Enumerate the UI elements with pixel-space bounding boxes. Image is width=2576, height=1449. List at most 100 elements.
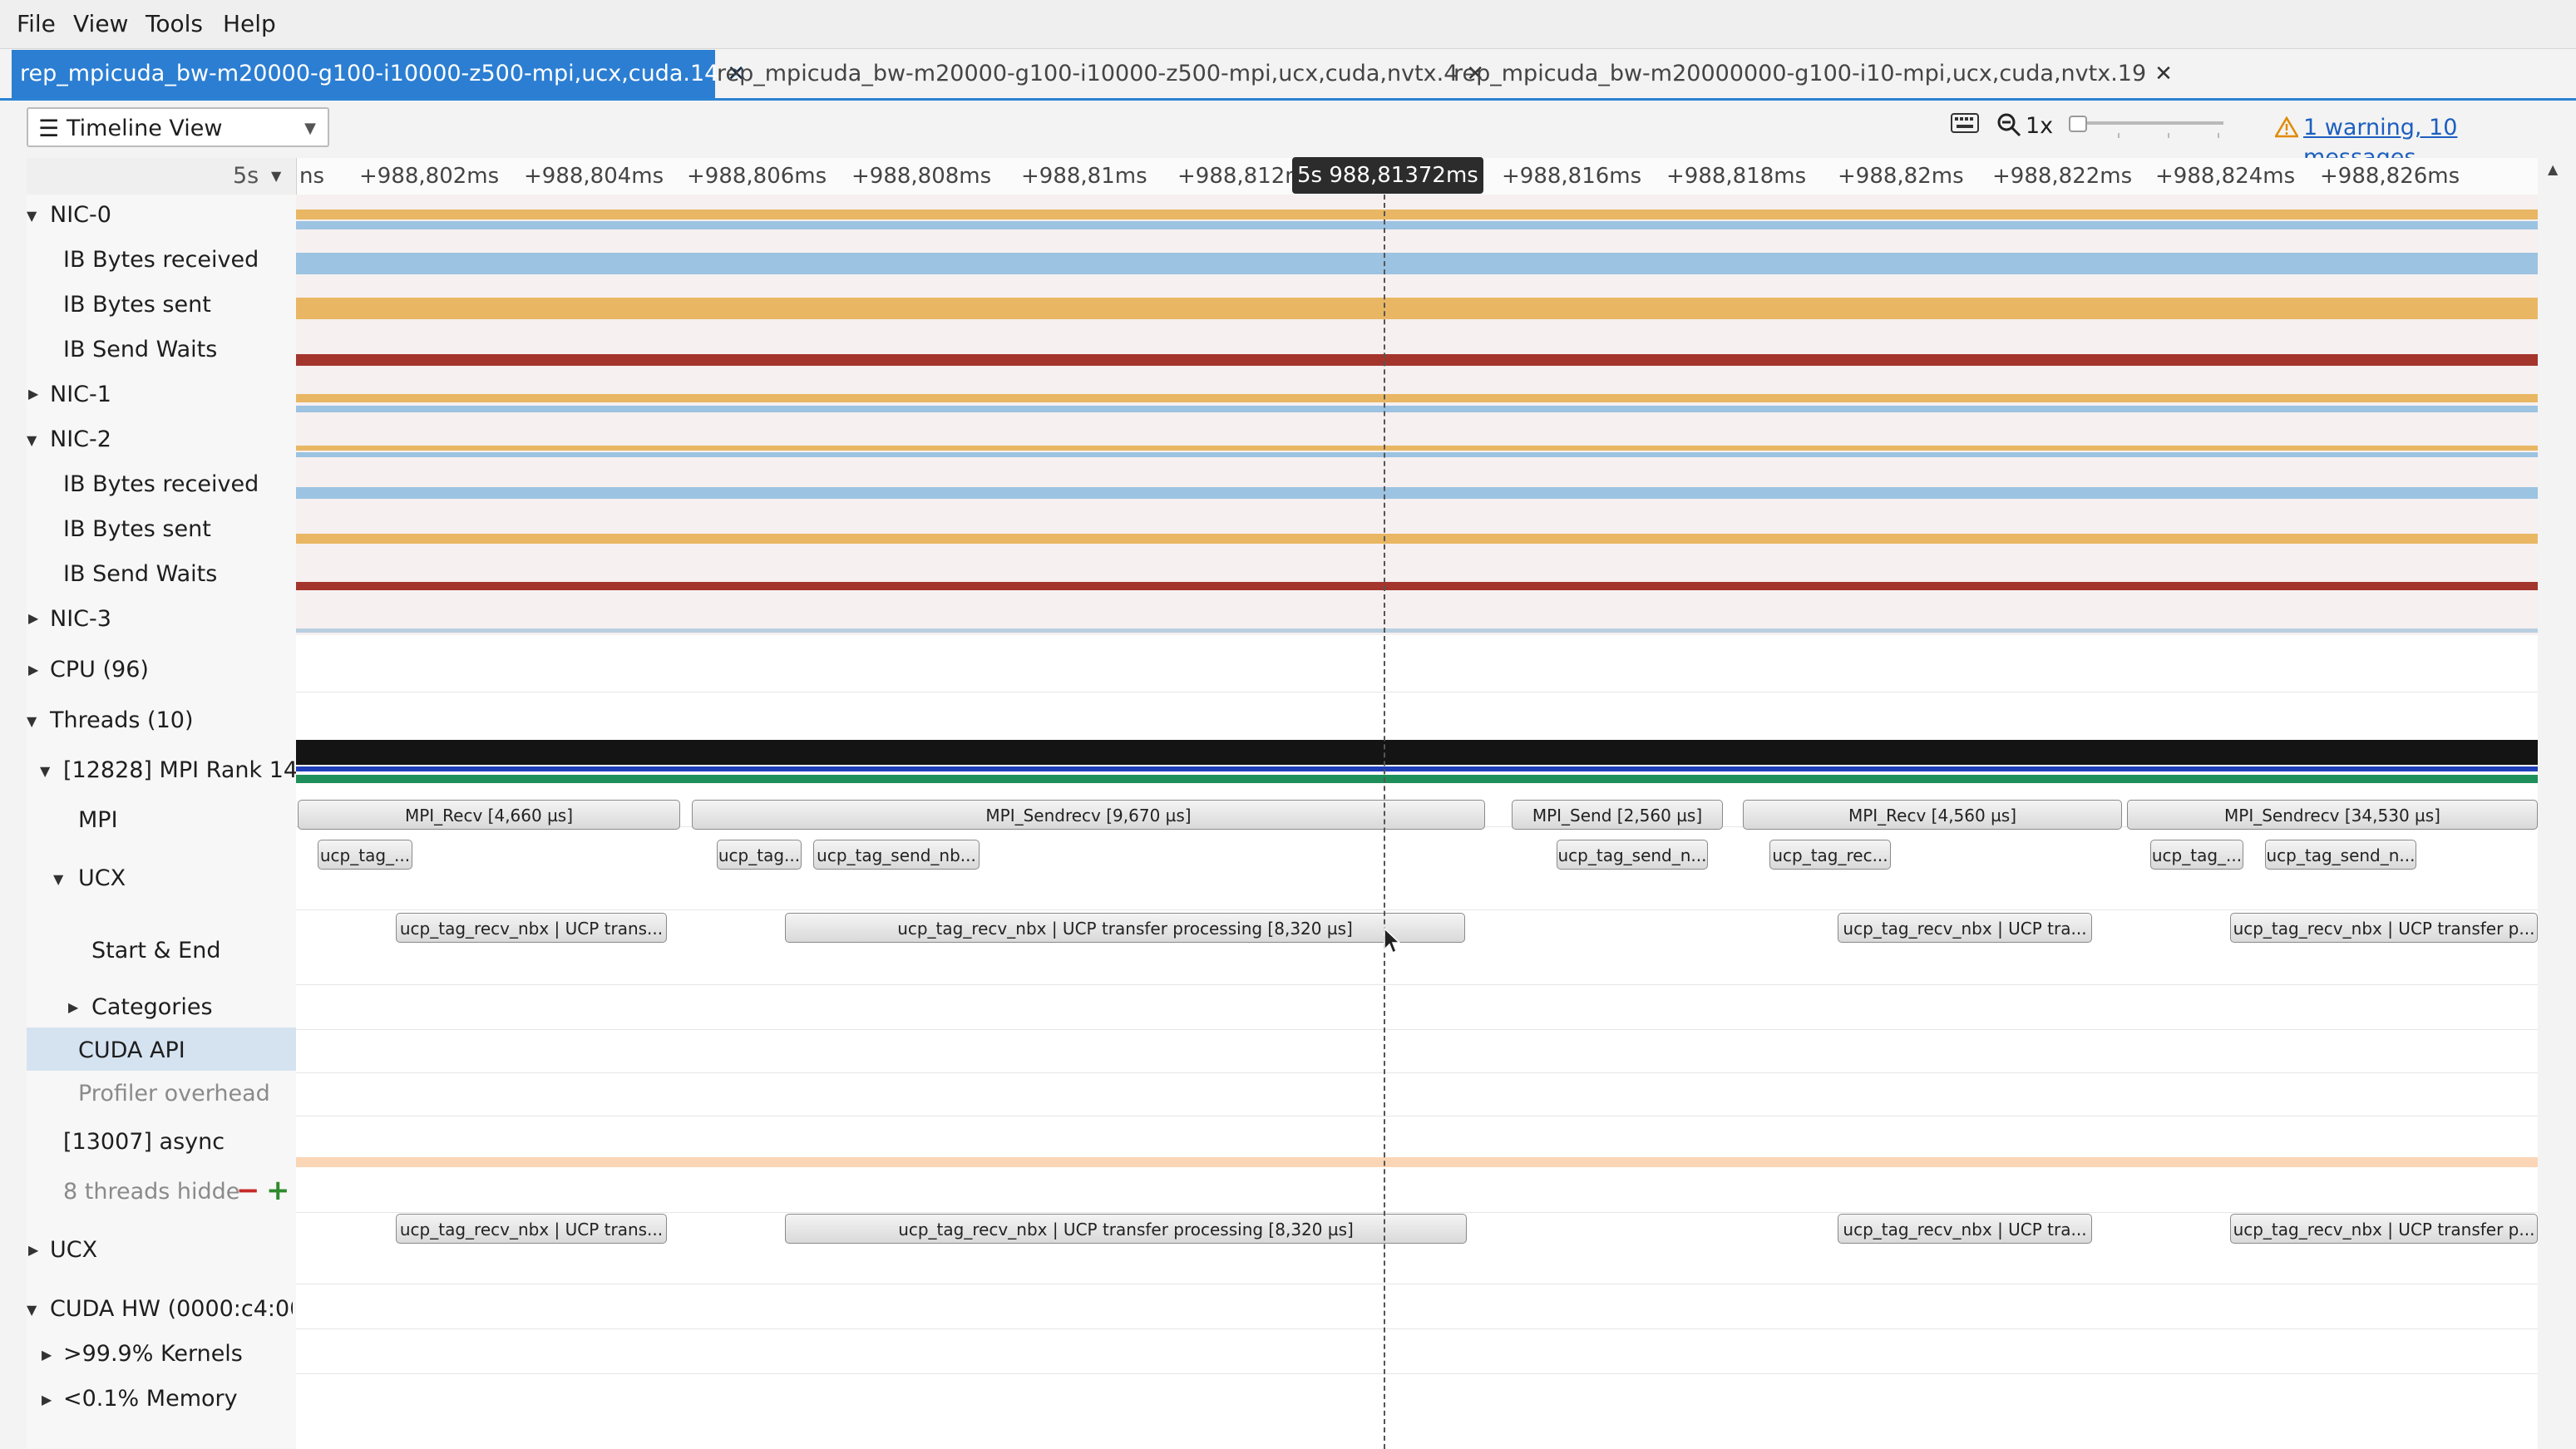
expand-icon[interactable]: ▼	[27, 208, 37, 224]
tree-item-ib-bytes-received[interactable]: IB Bytes received	[63, 247, 259, 273]
ruler-tick: +988,818ms	[1666, 164, 1807, 189]
expand-icon[interactable]: ▶	[42, 1392, 52, 1407]
ucx-block[interactable]: ucp_tag_send_nb...	[813, 840, 980, 870]
tab-report-19[interactable]: rep_mpicuda_bw-m20000000-g100-i10-mpi,uc…	[1445, 50, 2173, 98]
mpi-block[interactable]: MPI_Send [2,560 µs]	[1512, 800, 1723, 830]
vertical-scrollbar[interactable]: ▲	[2538, 158, 2576, 1449]
tree-item-profiler-overhead[interactable]: Profiler overhead	[78, 1081, 270, 1106]
tree-item-start-end[interactable]: Start & End	[91, 938, 221, 964]
tab-label: rep_mpicuda_bw-m20000-g100-i10000-z500-m…	[20, 61, 719, 86]
show-threads-button[interactable]: +	[266, 1174, 290, 1207]
tab-report-4[interactable]: rep_mpicuda_bw-m20000-g100-i10000-z500-m…	[708, 50, 1484, 98]
menu-view[interactable]: View	[73, 8, 128, 40]
ucx-block[interactable]: ucp_tag_send_n...	[2265, 840, 2416, 870]
tree-item-nic2[interactable]: NIC-2	[50, 426, 111, 452]
expand-icon[interactable]: ▶	[42, 1347, 52, 1363]
row-separator	[296, 1328, 2538, 1329]
tree-item-nic1[interactable]: NIC-1	[50, 382, 111, 407]
thread-cpu-bar	[296, 766, 2538, 771]
zoom-level: 1x	[2026, 113, 2054, 139]
ruler-tick: +988,822ms	[1992, 164, 2133, 189]
expand-icon[interactable]: ▼	[40, 763, 50, 779]
menu-file[interactable]: File	[17, 8, 56, 40]
chevron-down-icon[interactable]: ▼	[271, 158, 281, 195]
mouse-pointer-icon	[1384, 928, 1401, 954]
mpi-block[interactable]: MPI_Recv [4,560 µs]	[1743, 800, 2122, 830]
thread-state-bar	[296, 740, 2538, 765]
tree-item-kernels[interactable]: >99.9% Kernels	[63, 1341, 243, 1367]
ucx-range-block[interactable]: ucp_tag_recv_nbx | UCP trans...	[396, 1214, 667, 1244]
tree-item-ib-send-waits[interactable]: IB Send Waits	[63, 561, 217, 587]
nic0-wait-track	[296, 354, 2538, 366]
ucx-range-block[interactable]: ucp_tag_recv_nbx | UCP transfer processi…	[785, 1214, 1467, 1244]
tree-item-cuda-hw[interactable]: CUDA HW (0000:c4:00.(	[50, 1296, 293, 1322]
keyboard-icon[interactable]	[1951, 113, 1979, 133]
zoom-icon[interactable]	[1996, 111, 2022, 138]
ucx-range-block[interactable]: ucp_tag_recv_nbx | UCP transfer p...	[2230, 913, 2538, 943]
mpi-block[interactable]: MPI_Sendrecv [34,530 µs]	[2127, 800, 2538, 830]
expand-icon[interactable]: ▶	[28, 1242, 38, 1258]
nic1-rx-summary	[296, 406, 2538, 412]
tree-item-mpi-rank[interactable]: [12828] MPI Rank 14	[63, 757, 298, 783]
tree-item-categories[interactable]: Categories	[91, 994, 213, 1020]
timeline-tracks[interactable]: MPI_Recv [4,660 µs] MPI_Sendrecv [9,670 …	[296, 195, 2538, 1449]
expand-icon[interactable]: ▶	[68, 999, 78, 1015]
expand-icon[interactable]: ▶	[28, 662, 38, 678]
tab-report-14[interactable]: rep_mpicuda_bw-m20000-g100-i10000-z500-m…	[12, 50, 745, 98]
zoom-slider[interactable]	[2069, 115, 2227, 140]
menu-help[interactable]: Help	[223, 8, 276, 40]
expand-icon[interactable]: ▶	[28, 610, 38, 626]
mpi-block[interactable]: MPI_Sendrecv [9,670 µs]	[692, 800, 1485, 830]
tree-item-async-thread[interactable]: [13007] async	[63, 1129, 225, 1155]
tab-label: rep_mpicuda_bw-m20000-g100-i10000-z500-m…	[717, 61, 1458, 86]
nic2-wait-track	[296, 582, 2538, 590]
tree-item-ib-bytes-sent[interactable]: IB Bytes sent	[63, 516, 211, 542]
tree-item-nic0[interactable]: NIC-0	[50, 202, 111, 228]
ucx-block[interactable]: ucp_tag_...	[2150, 840, 2243, 870]
ruler-tick: +988,816ms	[1502, 164, 1642, 189]
ucx-range-block[interactable]: ucp_tag_recv_nbx | UCP trans...	[396, 913, 667, 943]
tree-item-nic3[interactable]: NIC-3	[50, 606, 111, 632]
ruler-tick: +988,824ms	[2155, 164, 2296, 189]
tree-item-ucx-process[interactable]: UCX	[50, 1237, 97, 1263]
mpi-block[interactable]: MPI_Recv [4,660 µs]	[298, 800, 680, 830]
tree-item-threads[interactable]: Threads (10)	[50, 707, 193, 733]
expand-icon[interactable]: ▼	[27, 713, 37, 729]
nic0-rx-summary	[296, 221, 2538, 229]
warning-icon	[2275, 116, 2298, 138]
close-icon[interactable]: ✕	[2154, 62, 2173, 86]
tree-item-ib-bytes-received[interactable]: IB Bytes received	[63, 471, 259, 497]
hide-threads-button[interactable]: −	[236, 1174, 260, 1207]
ucx-range-block[interactable]: ucp_tag_recv_nbx | UCP transfer p...	[2230, 1214, 2538, 1244]
tree-item-ib-send-waits[interactable]: IB Send Waits	[63, 337, 217, 362]
expand-icon[interactable]: ▶	[28, 386, 38, 402]
tree-item-mpi[interactable]: MPI	[78, 807, 118, 833]
ucx-block[interactable]: ucp_tag_send_n...	[1557, 840, 1708, 870]
tree-item-hidden-threads: 8 threads hidde	[63, 1179, 240, 1205]
ruler-tick: +988,802ms	[359, 164, 500, 189]
nic0-rx-track	[296, 253, 2538, 274]
ucx-range-block[interactable]: ucp_tag_recv_nbx | UCP tra...	[1838, 913, 2092, 943]
tree-item-cuda-api[interactable]: CUDA API	[78, 1037, 185, 1063]
ucx-block[interactable]: ucp_tag...	[717, 840, 802, 870]
tree-item-memory[interactable]: <0.1% Memory	[63, 1386, 238, 1412]
scroll-up-icon[interactable]: ▲	[2548, 161, 2558, 177]
expand-icon[interactable]: ▼	[27, 432, 37, 448]
menu-tools[interactable]: Tools	[146, 8, 203, 40]
ruler-scale[interactable]: 5s	[233, 158, 259, 195]
expand-icon[interactable]: ▼	[27, 1302, 37, 1318]
expand-icon[interactable]: ▼	[53, 871, 63, 887]
view-select[interactable]: ☰ Timeline View ▼	[27, 107, 329, 147]
ucx-range-block[interactable]: ucp_tag_recv_nbx | UCP transfer processi…	[785, 913, 1465, 943]
ucx-range-block[interactable]: ucp_tag_recv_nbx | UCP tra...	[1838, 1214, 2092, 1244]
ruler-tick: +988,826ms	[2320, 164, 2460, 189]
ucx-block[interactable]: ucp_tag_rec...	[1769, 840, 1891, 870]
ruler-tick: +988,806ms	[687, 164, 827, 189]
row-separator	[296, 984, 2538, 985]
menu-bar	[0, 0, 2576, 49]
tree-item-ucx[interactable]: UCX	[78, 865, 126, 891]
tree-item-cpu[interactable]: CPU (96)	[50, 657, 149, 683]
ucx-block[interactable]: ucp_tag_...	[318, 840, 412, 870]
tree-item-ib-bytes-sent[interactable]: IB Bytes sent	[63, 292, 211, 318]
nic2-tx-summary	[296, 446, 2538, 451]
